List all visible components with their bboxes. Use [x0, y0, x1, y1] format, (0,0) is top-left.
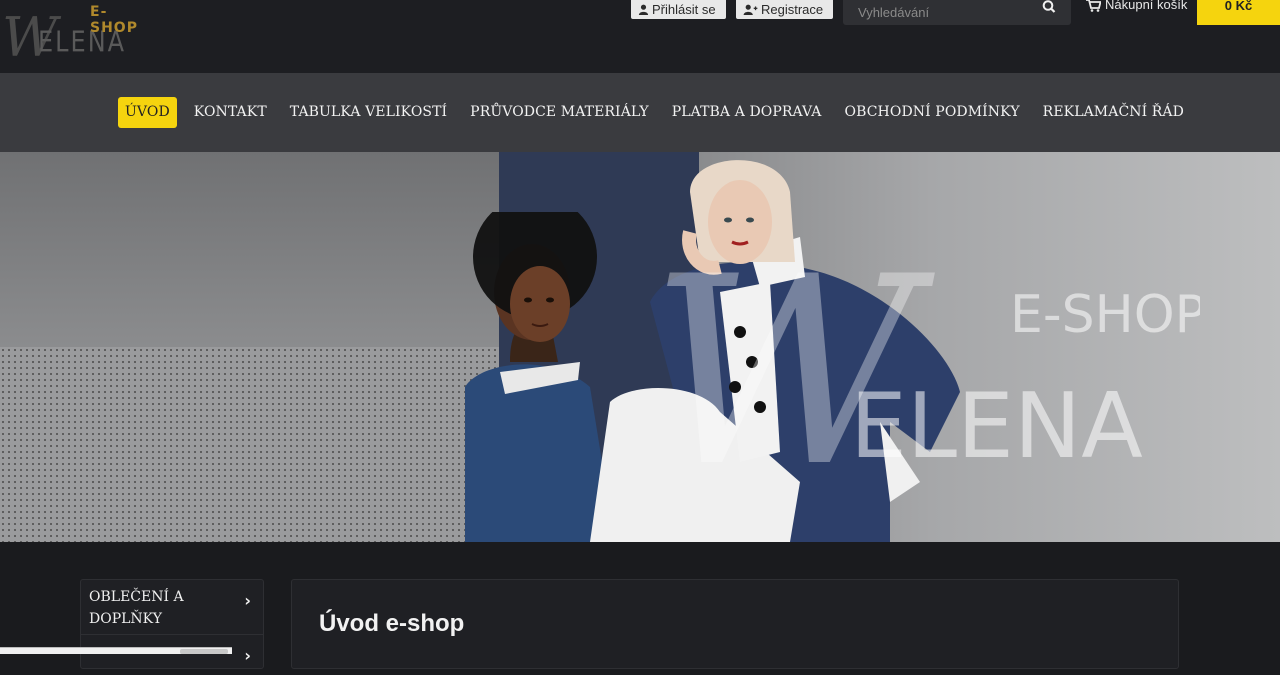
nav-item-kontakt[interactable]: KONTAKT — [194, 97, 267, 128]
content-area: OBLEČENÍ A DOPLŇKY › › Úvod e-shop — [0, 542, 1280, 654]
hero-banner[interactable]: W E-SHOP ELENA — [0, 152, 1280, 542]
search-icon[interactable] — [1041, 0, 1059, 14]
main-nav: ÚVOD KONTAKT TABULKA VELIKOSTÍ PRŮVODCE … — [0, 73, 1280, 152]
scrollbar-thumb[interactable] — [180, 649, 228, 654]
top-bar: W ELENA E-SHOP Přihlásit se Registrace N… — [0, 0, 1280, 73]
logo-eshop: E-SHOP — [90, 4, 150, 36]
cart-total[interactable]: 0 Kč — [1197, 0, 1280, 25]
cart-icon — [1086, 0, 1101, 12]
cart-link[interactable]: Nákupní košík — [1086, 0, 1187, 12]
nav-item-pruvodce-materialy[interactable]: PRŮVODCE MATERIÁLY — [470, 97, 649, 128]
logo[interactable]: W ELENA E-SHOP — [0, 0, 150, 72]
page-title: Úvod e-shop — [319, 610, 464, 638]
login-label: Přihlásit se — [652, 2, 716, 17]
category-sidebar: OBLEČENÍ A DOPLŇKY › › — [80, 579, 264, 669]
horizontal-scrollbar[interactable] — [0, 647, 232, 654]
chevron-right-icon: › — [244, 590, 251, 612]
cart-label: Nákupní košík — [1105, 0, 1187, 12]
search-box — [843, 0, 1071, 25]
cart-total-value: 0 Kč — [1225, 0, 1252, 13]
watermark-logo: W E-SHOP ELENA — [640, 212, 1200, 532]
nav-item-platba-a-doprava[interactable]: PLATBA A DOPRAVA — [672, 97, 822, 128]
watermark-eshop: E-SHOP — [1010, 285, 1200, 345]
user-icon — [638, 4, 649, 15]
search-input[interactable] — [843, 0, 1033, 25]
main-panel: Úvod e-shop — [291, 579, 1179, 669]
chevron-right-icon: › — [244, 645, 251, 667]
add-user-icon — [743, 4, 758, 15]
nav-item-uvod[interactable]: ÚVOD — [118, 97, 177, 128]
watermark-elena: ELENA — [850, 374, 1143, 479]
hero-wall — [0, 152, 500, 347]
nav-item-obchodni-podminky[interactable]: OBCHODNÍ PODMÍNKY — [845, 97, 1020, 128]
register-button[interactable]: Registrace — [736, 0, 833, 19]
sidebar-item-2[interactable]: › — [81, 635, 263, 675]
nav-item-reklamacni-rad[interactable]: REKLAMAČNÍ ŘÁD — [1043, 97, 1184, 128]
login-button[interactable]: Přihlásit se — [631, 0, 726, 19]
nav-item-tabulka-velikosti[interactable]: TABULKA VELIKOSTÍ — [290, 97, 447, 128]
hero-perforated-panel — [0, 347, 500, 542]
sidebar-item-label: OBLEČENÍ A DOPLŇKY — [89, 589, 184, 627]
register-label: Registrace — [761, 2, 823, 17]
sidebar-item-obleceni[interactable]: OBLEČENÍ A DOPLŇKY › — [81, 580, 263, 635]
